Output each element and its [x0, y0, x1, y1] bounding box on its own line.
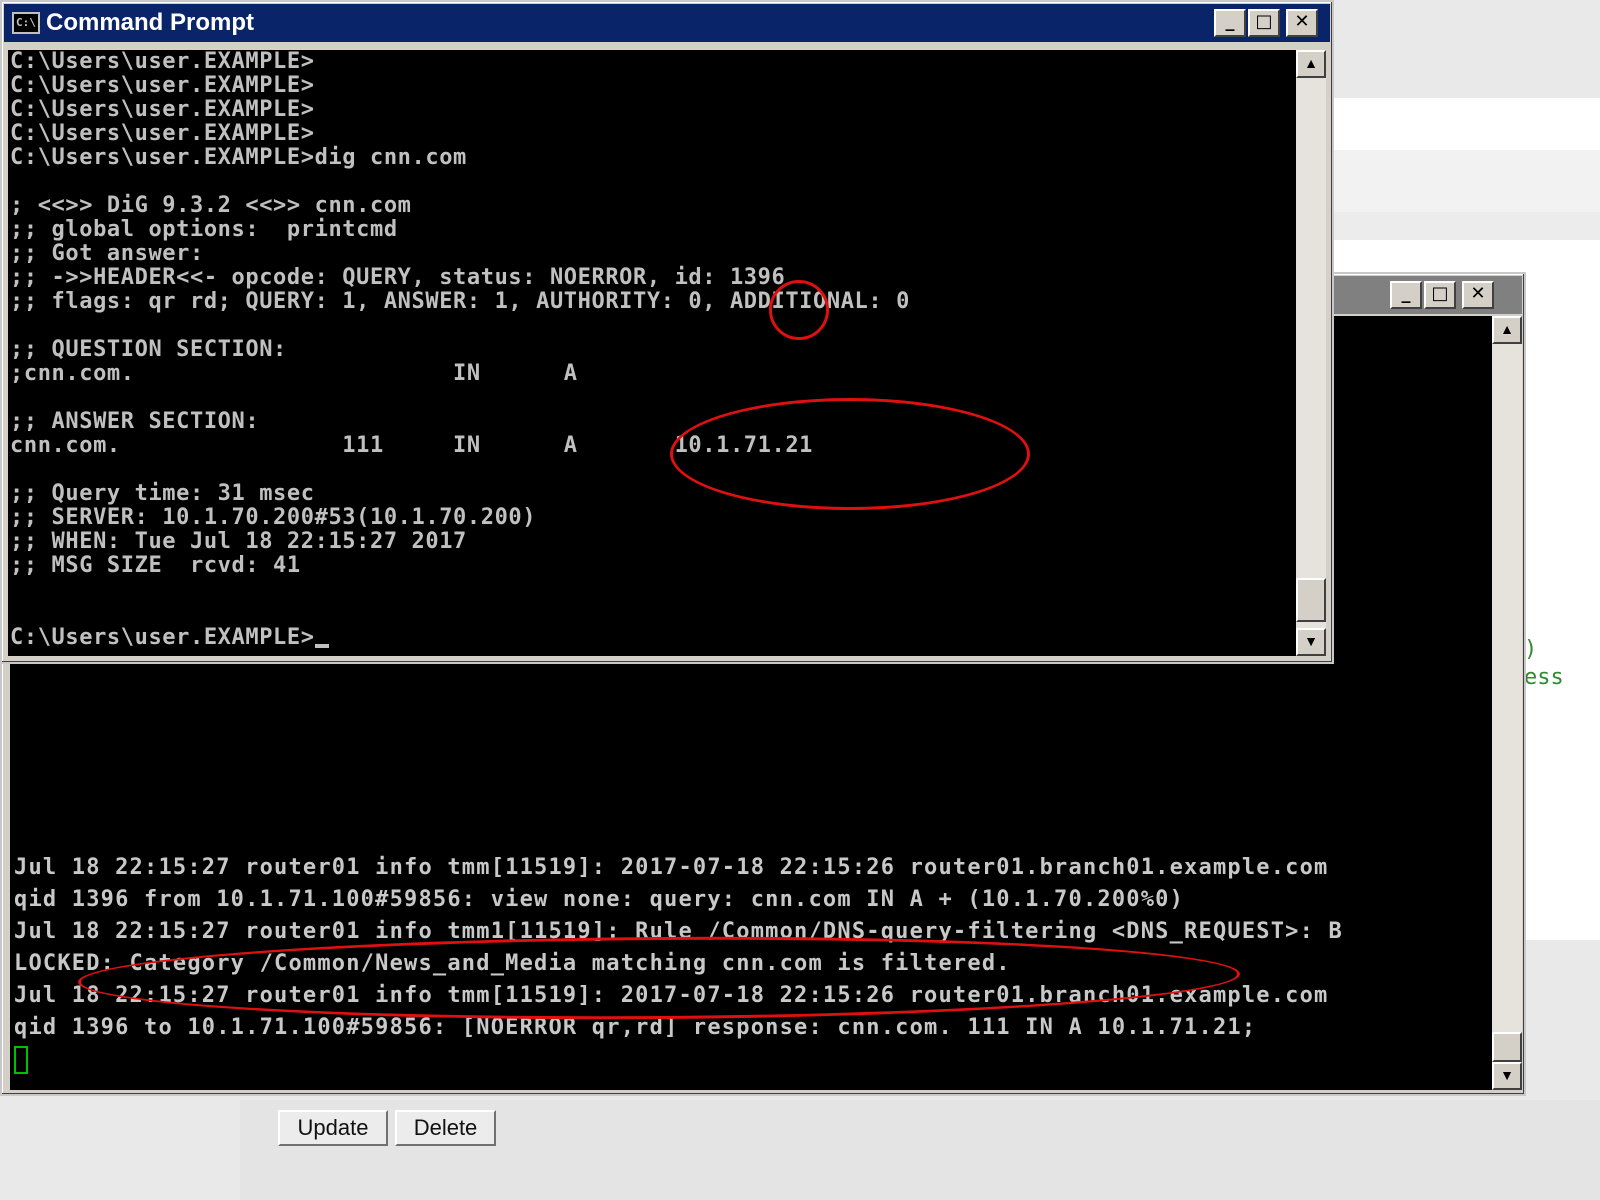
- log-line: qid 1396 to 10.1.71.100#59856: [NOERROR …: [14, 1015, 1257, 1040]
- console-line: ;cnn.com. IN A: [10, 361, 578, 386]
- log-vertical-scrollbar[interactable]: ▲ ▼: [1492, 316, 1522, 1090]
- scroll-thumb[interactable]: [1492, 1032, 1522, 1062]
- terminal-cursor: [14, 1046, 28, 1074]
- cmd-lines: C:\Users\user.EXAMPLE> C:\Users\user.EXA…: [10, 50, 910, 650]
- scroll-up-button[interactable]: ▲: [1296, 50, 1326, 78]
- background-partial-text: ess: [1524, 665, 1564, 690]
- command-prompt-window[interactable]: C:\ Command Prompt _ □ ✕ C:\Users\user.E…: [0, 0, 1334, 664]
- console-line: ;; WHEN: Tue Jul 18 22:15:27 2017: [10, 529, 467, 554]
- console-line: C:\Users\user.EXAMPLE>dig cnn.com: [10, 145, 467, 170]
- delete-button[interactable]: Delete: [395, 1110, 496, 1146]
- window-title: Command Prompt: [46, 9, 255, 36]
- console-line: C:\Users\user.EXAMPLE>: [10, 121, 315, 146]
- console-line: ;; QUESTION SECTION:: [10, 337, 287, 362]
- background-header-strip: [1300, 150, 1600, 212]
- console-line: ;; global options: printcmd: [10, 217, 398, 242]
- close-button[interactable]: ✕: [1462, 281, 1494, 309]
- console-line: ; <<>> DiG 9.3.2 <<>> cnn.com: [10, 193, 412, 218]
- console-prompt-line: C:\Users\user.EXAMPLE>: [10, 626, 910, 650]
- maximize-button[interactable]: □: [1424, 281, 1456, 309]
- cmd-console-output[interactable]: C:\Users\user.EXAMPLE> C:\Users\user.EXA…: [8, 50, 1296, 656]
- console-line: ;; Got answer:: [10, 241, 204, 266]
- console-line: C:\Users\user.EXAMPLE>: [10, 97, 315, 122]
- cmd-icon: C:\: [12, 12, 40, 34]
- arrow-down-icon: ▼: [1304, 633, 1318, 649]
- log-line: Jul 18 22:15:27 router01 info tmm[11519]…: [14, 855, 1329, 880]
- log-lines: Jul 18 22:15:27 router01 info tmm[11519]…: [14, 852, 1343, 1044]
- scroll-down-button[interactable]: ▼: [1492, 1062, 1522, 1090]
- console-line: ;; flags: qr rd; QUERY: 1, ANSWER: 1, AU…: [10, 289, 910, 314]
- console-line: ;; SERVER: 10.1.70.200#53(10.1.70.200): [10, 505, 537, 530]
- console-line: cnn.com. 111 IN A 10.1.71.21: [10, 433, 814, 458]
- maximize-button[interactable]: □: [1248, 9, 1280, 37]
- maximize-icon: □: [1431, 283, 1449, 304]
- close-icon: ✕: [1470, 283, 1486, 304]
- log-line: qid 1396 from 10.1.71.100#59856: view no…: [14, 887, 1185, 912]
- scroll-up-button[interactable]: ▲: [1492, 316, 1522, 344]
- close-button[interactable]: ✕: [1286, 9, 1318, 37]
- console-line: ;; ANSWER SECTION:: [10, 409, 260, 434]
- cmd-vertical-scrollbar[interactable]: ▲ ▼: [1296, 50, 1326, 656]
- log-line: Jul 18 22:15:27 router01 info tmm[11519]…: [14, 983, 1329, 1008]
- maximize-icon: □: [1255, 11, 1273, 32]
- arrow-up-icon: ▲: [1304, 55, 1318, 71]
- console-prompt: C:\Users\user.EXAMPLE>: [10, 625, 315, 650]
- minimize-button[interactable]: _: [1214, 9, 1246, 37]
- console-line: ;; Query time: 31 msec: [10, 481, 315, 506]
- text-cursor: [314, 644, 329, 648]
- arrow-up-icon: ▲: [1500, 321, 1514, 337]
- scroll-down-button[interactable]: ▼: [1296, 628, 1326, 656]
- console-line: ;; MSG SIZE rcvd: 41: [10, 553, 301, 578]
- console-line: ;; ->>HEADER<<- opcode: QUERY, status: N…: [10, 265, 786, 290]
- close-icon: ✕: [1294, 11, 1310, 32]
- minimize-icon: _: [1225, 11, 1235, 32]
- console-line: C:\Users\user.EXAMPLE>: [10, 50, 315, 74]
- update-button[interactable]: Update: [278, 1110, 388, 1146]
- background-header-strip-2: [1300, 212, 1600, 240]
- minimize-button[interactable]: _: [1390, 281, 1422, 309]
- console-line: C:\Users\user.EXAMPLE>: [10, 73, 315, 98]
- scroll-thumb[interactable]: [1296, 578, 1326, 622]
- log-line: LOCKED: Category /Common/News_and_Media …: [14, 951, 1011, 976]
- arrow-down-icon: ▼: [1500, 1067, 1514, 1083]
- minimize-icon: _: [1401, 283, 1411, 304]
- cmd-window-titlebar[interactable]: C:\ Command Prompt _ □ ✕: [4, 4, 1330, 42]
- log-line: Jul 18 22:15:27 router01 info tmm1[11519…: [14, 919, 1343, 944]
